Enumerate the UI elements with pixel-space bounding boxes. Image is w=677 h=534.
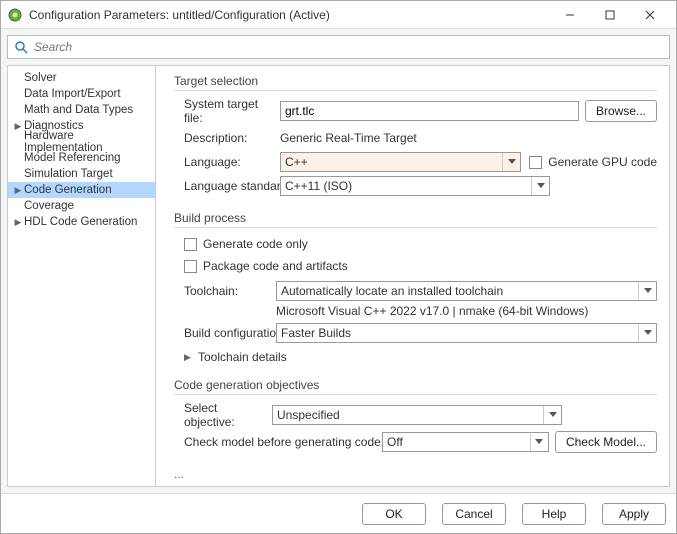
select-objective-dropdown[interactable]: Unspecified [272,405,562,425]
help-button[interactable]: Help [522,503,586,525]
minimize-button[interactable] [550,3,590,27]
description-label: Description: [184,131,280,145]
package-code-label: Package code and artifacts [203,259,348,273]
sidebar-item-label: Code Generation [24,184,112,196]
gpu-checkbox[interactable] [529,156,542,169]
divider [174,90,657,91]
check-model-button[interactable]: Check Model... [555,431,657,453]
sidebar-item-label: HDL Code Generation [24,216,137,228]
generate-code-only-label: Generate code only [203,237,308,251]
check-model-label: Check model before generating code: [184,435,382,449]
close-button[interactable] [630,3,670,27]
sidebar-item-label: Simulation Target [24,168,113,180]
sidebar-item-label: Coverage [24,200,74,212]
apply-button[interactable]: Apply [602,503,666,525]
language-standard-dropdown[interactable]: C++11 (ISO) [280,176,550,196]
sidebar-item-label: Model Referencing [24,152,121,164]
chevron-right-icon: ▶ [12,185,24,196]
chevron-down-icon [502,153,520,171]
app-icon [7,7,23,23]
chevron-right-icon: ▶ [184,352,196,363]
search-bar[interactable] [7,35,670,59]
toolchain-details-expander[interactable]: ▶ Toolchain details [184,350,657,364]
toolchain-value: Automatically locate an installed toolch… [281,284,503,298]
chevron-down-icon [531,177,549,195]
language-standard-value: C++11 (ISO) [285,179,352,193]
language-value: C++ [285,155,308,169]
chevron-down-icon [543,406,561,424]
sidebar-item-label: Data Import/Export [24,88,121,100]
description-value: Generic Real-Time Target [280,131,417,145]
language-label: Language: [184,155,280,169]
browse-button[interactable]: Browse... [585,100,657,122]
build-config-label: Build configuration: [184,326,276,340]
language-standard-label: Language standard: [184,179,280,193]
sidebar-item-code-generation[interactable]: ▶Code Generation [8,182,155,198]
section-title-build: Build process [174,211,657,225]
toolchain-label: Toolchain: [184,284,276,298]
chevron-down-icon [638,324,656,342]
language-dropdown[interactable]: C++ [280,152,521,172]
maximize-button[interactable] [590,3,630,27]
section-title-codegenobj: Code generation objectives [174,378,657,392]
ok-button[interactable]: OK [362,503,426,525]
check-model-value: Off [387,435,403,449]
sidebar-item-data-import-export[interactable]: ▶Data Import/Export [8,86,155,102]
package-code-checkbox[interactable] [184,260,197,273]
more-indicator: ... [174,467,657,481]
window-title: Configuration Parameters: untitled/Confi… [29,8,550,22]
divider [174,227,657,228]
title-bar: Configuration Parameters: untitled/Confi… [1,1,676,29]
system-target-file-label: System target file: [184,97,280,125]
system-target-file-input[interactable] [280,101,579,121]
build-config-dropdown[interactable]: Faster Builds [276,323,657,343]
select-objective-value: Unspecified [277,408,340,422]
sidebar-item-label: Solver [24,72,57,84]
select-objective-label: Select objective: [184,401,272,429]
cancel-button[interactable]: Cancel [442,503,506,525]
sidebar-item-label: Hardware Implementation [24,130,155,154]
sidebar-item-coverage[interactable]: ▶Coverage [8,198,155,214]
sidebar-item-hdl-code-generation[interactable]: ▶HDL Code Generation [8,214,155,230]
generate-code-only-checkbox[interactable] [184,238,197,251]
sidebar-item-hardware-implementation[interactable]: ▶Hardware Implementation [8,134,155,150]
build-config-value: Faster Builds [281,326,351,340]
footer: OK Cancel Help Apply [1,493,676,533]
gpu-label: Generate GPU code [548,155,657,169]
section-title-target: Target selection [174,74,657,88]
sidebar-item-solver[interactable]: ▶Solver [8,70,155,86]
toolchain-sub: Microsoft Visual C++ 2022 v17.0 | nmake … [276,304,657,318]
toolchain-details-label: Toolchain details [198,350,287,364]
toolchain-dropdown[interactable]: Automatically locate an installed toolch… [276,281,657,301]
chevron-down-icon [530,433,548,451]
search-input[interactable] [34,40,663,54]
chevron-right-icon: ▶ [12,217,24,228]
sidebar-item-simulation-target[interactable]: ▶Simulation Target [8,166,155,182]
divider [174,394,657,395]
check-model-dropdown[interactable]: Off [382,432,549,452]
search-icon [14,40,28,54]
sidebar-item-math-and-data-types[interactable]: ▶Math and Data Types [8,102,155,118]
chevron-down-icon [638,282,656,300]
content-pane: Target selection System target file: Bro… [156,66,669,486]
chevron-right-icon: ▶ [12,121,24,132]
sidebar-item-label: Math and Data Types [24,104,133,116]
sidebar: ▶Solver▶Data Import/Export▶Math and Data… [8,66,156,486]
